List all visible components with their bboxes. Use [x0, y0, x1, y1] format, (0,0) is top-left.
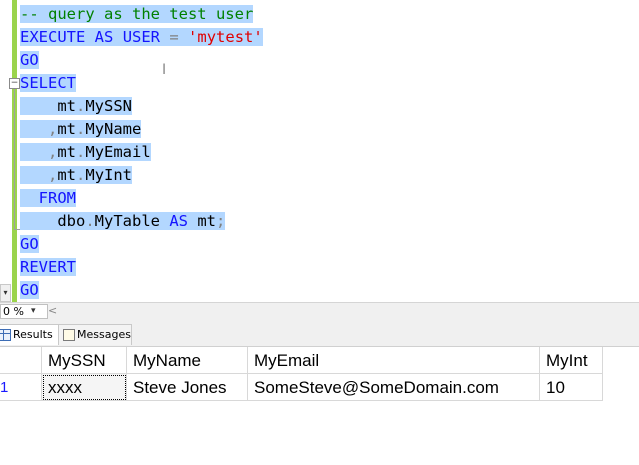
selected-text: ,mt.MyName [20, 120, 142, 138]
results-grid-icon [0, 329, 11, 341]
code-line[interactable]: mt.MySSN [20, 95, 133, 118]
code-line[interactable]: REVERT [20, 256, 76, 279]
code-token: GO [20, 235, 39, 253]
code-line[interactable]: GO [20, 233, 39, 256]
code-token: mt [20, 97, 76, 115]
code-token: , [48, 166, 58, 184]
code-line[interactable]: SELECT [20, 72, 76, 95]
code-token: EXECUTE [20, 28, 86, 46]
tab-results[interactable]: Results [0, 324, 62, 345]
table-cell[interactable]: xxxx [42, 374, 127, 401]
selected-text: REVERT [20, 258, 76, 276]
code-token: . [85, 212, 95, 230]
selected-text: FROM [20, 189, 76, 207]
code-line[interactable]: ,mt.MyEmail [20, 141, 151, 164]
code-token: mt [188, 212, 216, 230]
row-header-corner[interactable] [0, 347, 42, 374]
code-token: , [48, 120, 58, 138]
code-token: SELECT [20, 74, 76, 92]
code-line[interactable]: GO [20, 49, 39, 72]
code-token: mt [57, 143, 77, 161]
code-token: MyEmail [85, 143, 151, 161]
table-cell[interactable]: 10 [540, 374, 603, 401]
code-token: ; [216, 212, 226, 230]
selected-text: ,mt.MyEmail [20, 143, 151, 161]
code-token: FROM [38, 189, 76, 207]
table-cell[interactable]: SomeSteve@SomeDomain.com [248, 374, 540, 401]
code-token: mt [57, 120, 77, 138]
text-cursor-icon: I [162, 62, 167, 78]
selected-text: dbo.MyTable AS mt; [20, 212, 226, 230]
code-line[interactable]: FROM [20, 187, 76, 210]
code-token: . [76, 143, 86, 161]
selected-text: SELECT [20, 74, 76, 92]
zoom-bar: 0 % ▾ < [0, 302, 639, 319]
code-token: GO [20, 51, 39, 69]
code-token: MyInt [85, 166, 133, 184]
code-token: AS [169, 212, 188, 230]
chevron-down-icon: ▾ [31, 306, 36, 316]
result-tabs: Results Messages [0, 319, 639, 347]
code-token: mt [57, 166, 77, 184]
selected-text: -- query as the test user [20, 5, 254, 23]
outline-guide [14, 89, 15, 229]
code-line[interactable]: -- query as the test user [20, 3, 254, 26]
code-line[interactable]: GO [20, 279, 39, 302]
selected-text: GO [20, 281, 39, 299]
table-cell[interactable]: Steve Jones [127, 374, 248, 401]
code-token: dbo [20, 212, 86, 230]
column-header[interactable]: MyInt [540, 347, 603, 374]
code-token: GO [20, 281, 39, 299]
scroll-left-icon[interactable]: < [48, 304, 57, 317]
code-token: . [76, 166, 86, 184]
selected-text: EXECUTE AS USER = 'mytest' [20, 28, 263, 46]
zoom-select[interactable]: 0 % ▾ [0, 304, 48, 319]
zoom-value: 0 % [3, 305, 24, 318]
code-line[interactable]: ,mt.MyName [20, 118, 142, 141]
selected-text: ,mt.MyInt [20, 166, 133, 184]
code-token: , [48, 143, 58, 161]
code-token: MySSN [85, 97, 133, 115]
code-token: 'mytest' [188, 28, 263, 46]
code-token: REVERT [20, 258, 76, 276]
code-token: -- query as the test user [20, 5, 254, 23]
code-token: . [76, 120, 86, 138]
code-token: MyName [85, 120, 142, 138]
tab-results-label: Results [13, 328, 53, 341]
row-number[interactable]: 1 [0, 374, 42, 401]
column-header[interactable]: MyName [127, 347, 248, 374]
code-line[interactable]: dbo.MyTable AS mt; [20, 210, 226, 233]
selected-text: GO [20, 235, 39, 253]
code-token: MyTable [94, 212, 170, 230]
code-line[interactable]: ,mt.MyInt [20, 164, 133, 187]
tab-messages[interactable]: Messages [58, 324, 132, 345]
split-arrow-icon[interactable]: ▾ [0, 284, 11, 302]
messages-icon [63, 329, 75, 341]
column-header[interactable]: MySSN [42, 347, 127, 374]
selected-text: mt.MySSN [20, 97, 133, 115]
selected-text: GO [20, 51, 39, 69]
code-token: AS [94, 28, 114, 46]
query-editor[interactable]: − -- query as the test user EXECUTE AS US… [0, 0, 639, 302]
column-header[interactable]: MyEmail [248, 347, 540, 374]
code-token: . [76, 97, 86, 115]
code-token: USER [122, 28, 161, 46]
code-line[interactable]: EXECUTE AS USER = 'mytest' [20, 26, 263, 49]
tab-messages-label: Messages [77, 328, 131, 341]
collapse-toggle-icon[interactable]: − [9, 78, 20, 89]
code-token: = [169, 28, 179, 46]
